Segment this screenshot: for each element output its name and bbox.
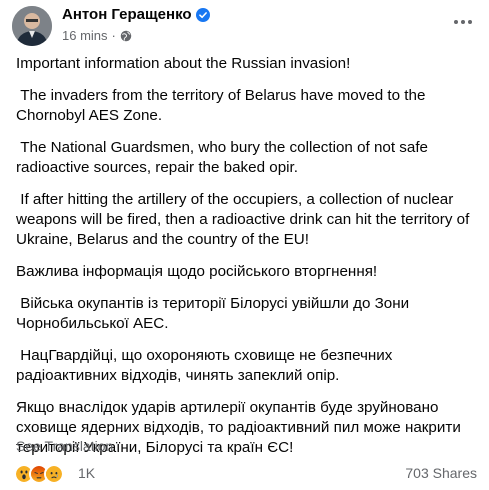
reactions-bar: 1K 703 Shares: [14, 464, 477, 484]
post-paragraph: The invaders from the territory of Belar…: [16, 87, 430, 124]
more-options-button[interactable]: [449, 10, 477, 34]
author-name-row: Антон Геращенко: [62, 6, 210, 23]
sad-reaction-icon: [44, 464, 64, 484]
see-translation-link[interactable]: See Translation: [16, 438, 113, 454]
more-options-icon: [454, 20, 458, 24]
meta-separator: ·: [111, 28, 116, 43]
post-header: Антон Геращенко 16 mins ·: [12, 6, 477, 46]
avatar-image: [12, 6, 52, 46]
post-paragraph: The National Guardsmen, who bury the col…: [16, 139, 433, 176]
post-text: Important information about the Russian …: [16, 54, 478, 470]
post-meta: 16 mins ·: [62, 28, 132, 43]
shares-count[interactable]: 703 Shares: [405, 465, 477, 481]
verified-badge-icon: [195, 7, 210, 22]
post-paragraph: Важлива інформація щодо російського втор…: [16, 263, 378, 280]
post-paragraph: НацГвардійці, що охороняють сховище не б…: [16, 347, 397, 384]
post-paragraph: If after hitting the artillery of the oc…: [16, 191, 474, 248]
globe-icon: [120, 30, 132, 41]
post-timestamp[interactable]: 16 mins: [62, 28, 108, 43]
reaction-icons[interactable]: [14, 464, 64, 484]
more-options-dot: [468, 20, 472, 24]
author-name[interactable]: Антон Геращенко: [62, 6, 192, 23]
post-paragraph: Important information about the Russian …: [16, 55, 351, 72]
post-paragraph: Війська окупантів із території Білорусі …: [16, 295, 414, 332]
reaction-count[interactable]: 1K: [78, 465, 95, 481]
author-avatar[interactable]: [12, 6, 52, 46]
more-options-dot: [461, 20, 465, 24]
